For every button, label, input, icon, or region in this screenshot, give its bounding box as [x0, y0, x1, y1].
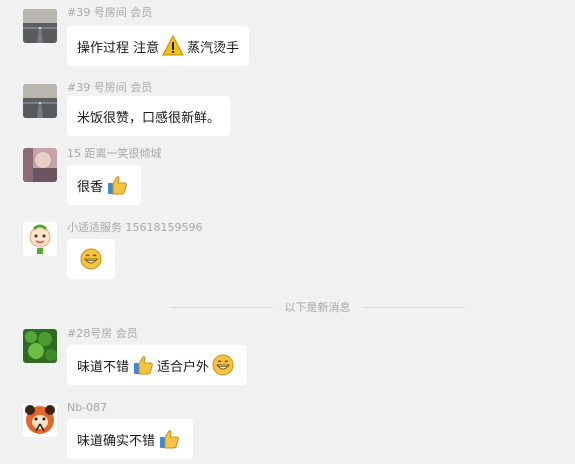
- divider-line: [170, 306, 273, 308]
- new-messages-divider: 以下是新消息: [170, 299, 465, 315]
- divider-line: [362, 306, 465, 308]
- message-text: 很香: [77, 179, 104, 195]
- message-bubble[interactable]: 味道不错 适合户外: [67, 345, 248, 385]
- grin-emoji-icon: [212, 354, 234, 376]
- message-text: 味道不错: [77, 359, 130, 375]
- grin-emoji-icon: [80, 248, 102, 270]
- message-text: 操作过程 注意: [77, 40, 160, 56]
- thumbs-up-icon: [132, 354, 154, 376]
- message-bubble[interactable]: 操作过程 注意 蒸汽烫手: [67, 26, 250, 66]
- avatar-character[interactable]: [23, 403, 57, 437]
- message-bubble[interactable]: [67, 239, 115, 279]
- avatar-portrait[interactable]: [23, 148, 57, 182]
- sender-name: 15 距离一笑很倾城: [67, 147, 162, 160]
- thumbs-up-icon: [158, 428, 180, 450]
- sender-name: #39 号房间 会员: [67, 81, 153, 94]
- warning-icon: [162, 35, 184, 57]
- avatar-road[interactable]: [23, 9, 57, 43]
- message-text: 米饭很赞，口感很新鲜。: [77, 110, 221, 126]
- avatar-leaves[interactable]: [23, 329, 57, 363]
- message-text: 味道确实不错: [77, 433, 156, 449]
- message-text: 蒸汽烫手: [187, 40, 240, 56]
- message-text: 适合户外: [157, 359, 210, 375]
- sender-name: #39 号房间 会员: [67, 6, 153, 19]
- avatar-cartoon[interactable]: [23, 222, 57, 256]
- thumbs-up-icon: [106, 174, 128, 196]
- message-bubble[interactable]: 很香: [67, 165, 142, 205]
- avatar-road[interactable]: [23, 84, 57, 118]
- message-bubble[interactable]: 味道确实不错: [67, 419, 194, 459]
- sender-name: #28号房 会员: [67, 327, 138, 340]
- message-bubble[interactable]: 米饭很赞，口感很新鲜。: [67, 96, 231, 136]
- divider-label: 以下是新消息: [284, 301, 351, 314]
- sender-name: 小适适服务 15618159596: [67, 221, 203, 234]
- sender-name: Nb-087: [67, 401, 108, 414]
